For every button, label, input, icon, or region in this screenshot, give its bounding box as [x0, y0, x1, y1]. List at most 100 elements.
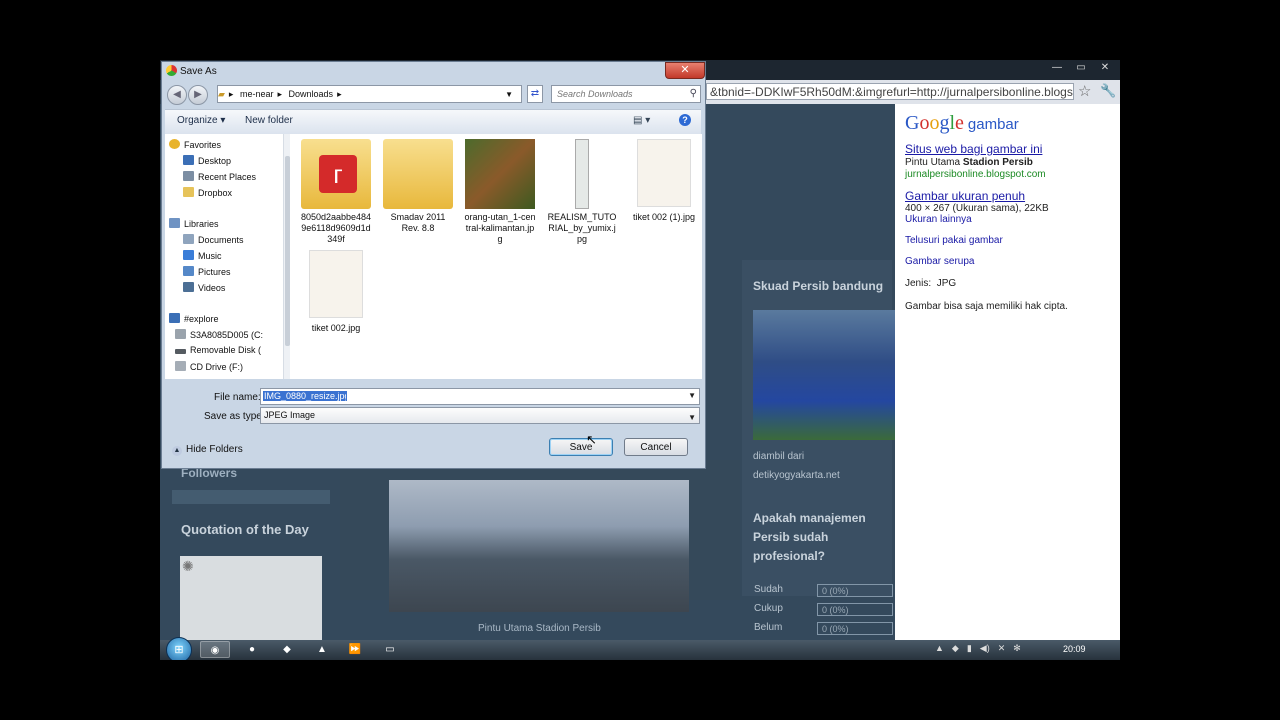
breadcrumb-item[interactable]: Downloads — [289, 89, 334, 99]
nav-item-removable-disk[interactable]: Removable Disk ( — [175, 345, 261, 355]
filename-input[interactable] — [263, 391, 347, 401]
image-size-info: 400 × 267 (Ukuran sama), 22KB — [905, 203, 1049, 214]
taskbar-app-icon[interactable]: ◆ — [272, 641, 302, 658]
nav-item-music[interactable]: Music — [183, 250, 222, 261]
folder-icon: ᴦ — [301, 139, 371, 209]
nav-item-desktop[interactable]: Desktop — [183, 155, 231, 166]
mouse-cursor-icon: ↖ — [586, 432, 597, 447]
stadium-photo[interactable] — [389, 480, 689, 612]
dialog-title: Save As — [180, 66, 217, 77]
nav-item-network[interactable]: #explore — [169, 313, 219, 324]
file-name: tiket 002.jpg — [311, 323, 361, 333]
views-icon[interactable]: ▤ ▾ — [633, 115, 650, 126]
refresh-icon[interactable]: ⇄ — [527, 85, 543, 103]
tray-app-icon[interactable]: ✻ — [1013, 643, 1021, 654]
new-folder-button[interactable]: New folder — [245, 115, 293, 126]
tray-app-icon[interactable]: ◆ — [952, 643, 959, 654]
address-bar[interactable]: &tbnid=-DDKIwF5Rh50dM:&imgrefurl=http://… — [706, 83, 1074, 100]
full-size-link[interactable]: Gambar ukuran penuh — [905, 189, 1025, 203]
similar-images-link[interactable]: Gambar serupa — [905, 256, 974, 267]
taskbar-explorer-icon[interactable]: ▭ — [375, 641, 405, 658]
file-item[interactable]: orang-utan_1-central-kalimantan.jpg — [464, 139, 536, 245]
poll-option-label: Belum — [754, 622, 783, 633]
drive-icon — [175, 329, 186, 339]
search-box: ⚲ — [551, 85, 701, 103]
file-item[interactable]: Smadav 2011 Rev. 8.8 — [382, 139, 454, 234]
wrench-icon[interactable]: 🔧 — [1100, 83, 1116, 99]
videos-icon — [183, 282, 194, 292]
hide-folders-button[interactable]: ▲ Hide Folders — [172, 444, 243, 456]
search-by-image-link[interactable]: Telusuri pakai gambar — [905, 235, 1003, 246]
file-item[interactable]: tiket 002.jpg — [300, 250, 372, 334]
browser-toolbar: &tbnid=-DDKIwF5Rh50dM:&imgrefurl=http://… — [700, 80, 1120, 104]
system-tray: ▲ ◆ ▮ ◀) ✕ ✻ — [935, 643, 1021, 654]
taskbar-app-icon[interactable]: ▲ — [307, 641, 337, 658]
taskbar-firefox-icon[interactable]: ● — [237, 641, 267, 658]
taskbar-media-icon[interactable]: ⏩ — [340, 641, 370, 658]
organize-button[interactable]: Organize ▾ — [177, 115, 225, 126]
nav-item-drive-c[interactable]: S3A8085D005 (C: — [175, 329, 263, 340]
nav-item-pictures[interactable]: Pictures — [183, 266, 231, 277]
folder-icon — [383, 139, 453, 209]
tray-app-icon[interactable]: ✕ — [998, 643, 1006, 654]
skuad-title: Skuad Persib bandung — [753, 279, 884, 293]
nav-item-documents[interactable]: Documents — [183, 234, 244, 245]
savetype-select[interactable]: JPEG Image ▼ — [260, 407, 700, 424]
file-name: Smadav 2011 Rev. 8.8 — [390, 212, 446, 233]
minimize-icon[interactable]: — — [1046, 61, 1068, 75]
team-photo[interactable] — [753, 310, 895, 440]
search-input[interactable] — [555, 88, 684, 100]
file-item[interactable]: REALISM_TUTORIAL_by_yumix.jpg — [546, 139, 618, 245]
star-icon — [169, 139, 180, 149]
skuad-source-link[interactable]: detikyogyakarta.net — [753, 470, 840, 481]
poll-title: Apakah manajemen Persib sudah profesiona… — [753, 511, 866, 563]
file-name: orang-utan_1-central-kalimantan.jpg — [464, 212, 536, 244]
forward-button[interactable]: ▶ — [188, 85, 208, 105]
file-item[interactable]: tiket 002 (1).jpg — [628, 139, 700, 223]
quote-title: Quotation of the Day — [181, 522, 309, 537]
cd-drive-icon — [175, 361, 186, 371]
maximize-icon[interactable]: ▭ — [1070, 61, 1092, 75]
clock[interactable]: 20:09 — [1063, 644, 1086, 654]
breadcrumb-item[interactable]: me-near — [240, 89, 274, 99]
nav-item-cd-drive[interactable]: CD Drive (F:) — [175, 361, 243, 372]
google-logo[interactable]: Google gambar — [905, 112, 1019, 135]
skuad-caption: diambil dari — [753, 451, 805, 462]
network-icon — [169, 313, 180, 323]
chevron-down-icon[interactable]: ▼ — [505, 86, 513, 102]
other-sizes-link[interactable]: Ukuran lainnya — [905, 214, 972, 225]
nav-item-videos[interactable]: Videos — [183, 282, 225, 293]
tray-arrow-icon[interactable]: ▲ — [935, 643, 944, 654]
window-controls: — ▭ ✕ — [1046, 61, 1116, 75]
windows-logo-icon: ⊞ — [174, 644, 184, 656]
site-url: jurnalpersibonline.blogspot.com — [905, 169, 1046, 180]
chevron-down-icon[interactable]: ▼ — [688, 410, 696, 425]
save-button[interactable]: Save — [549, 438, 613, 456]
file-item[interactable]: ᴦ 8050d2aabbe4849e6118d9609d1d349f — [300, 139, 372, 245]
recent-places-icon — [183, 171, 194, 181]
image-thumbnail — [547, 139, 617, 209]
filename-label: File name: — [214, 392, 261, 403]
dropbox-folder-icon — [183, 187, 194, 197]
tray-network-icon[interactable]: ▮ — [967, 643, 972, 654]
loading-spinner-icon: ✺ — [182, 558, 194, 574]
volume-icon[interactable]: ◀) — [980, 643, 990, 654]
documents-icon — [183, 234, 194, 244]
nav-item-recent-places[interactable]: Recent Places — [183, 171, 256, 182]
start-button[interactable]: ⊞ — [166, 637, 192, 660]
breadcrumb[interactable]: ▰ ▸ me-near ▸ Downloads ▸ ▼ — [217, 85, 522, 103]
nav-item-libraries[interactable]: Libraries — [169, 218, 219, 229]
help-icon[interactable]: ? — [679, 114, 691, 126]
star-icon[interactable]: ☆ — [1078, 82, 1091, 100]
search-icon[interactable]: ⚲ — [690, 88, 697, 99]
close-icon[interactable]: ✕ — [1094, 61, 1116, 75]
dialog-close-button[interactable]: ✕ — [665, 62, 705, 79]
back-button[interactable]: ◀ — [167, 85, 187, 105]
poll-option-label: Sudah — [754, 584, 783, 595]
nav-item-favorites[interactable]: Favorites — [169, 139, 221, 150]
cancel-button[interactable]: Cancel — [624, 438, 688, 456]
chevron-down-icon[interactable]: ▼ — [688, 391, 696, 400]
nav-item-dropbox[interactable]: Dropbox — [183, 187, 232, 198]
taskbar-chrome-icon[interactable]: ◉ — [200, 641, 230, 658]
site-link[interactable]: Situs web bagi gambar ini — [905, 142, 1042, 156]
